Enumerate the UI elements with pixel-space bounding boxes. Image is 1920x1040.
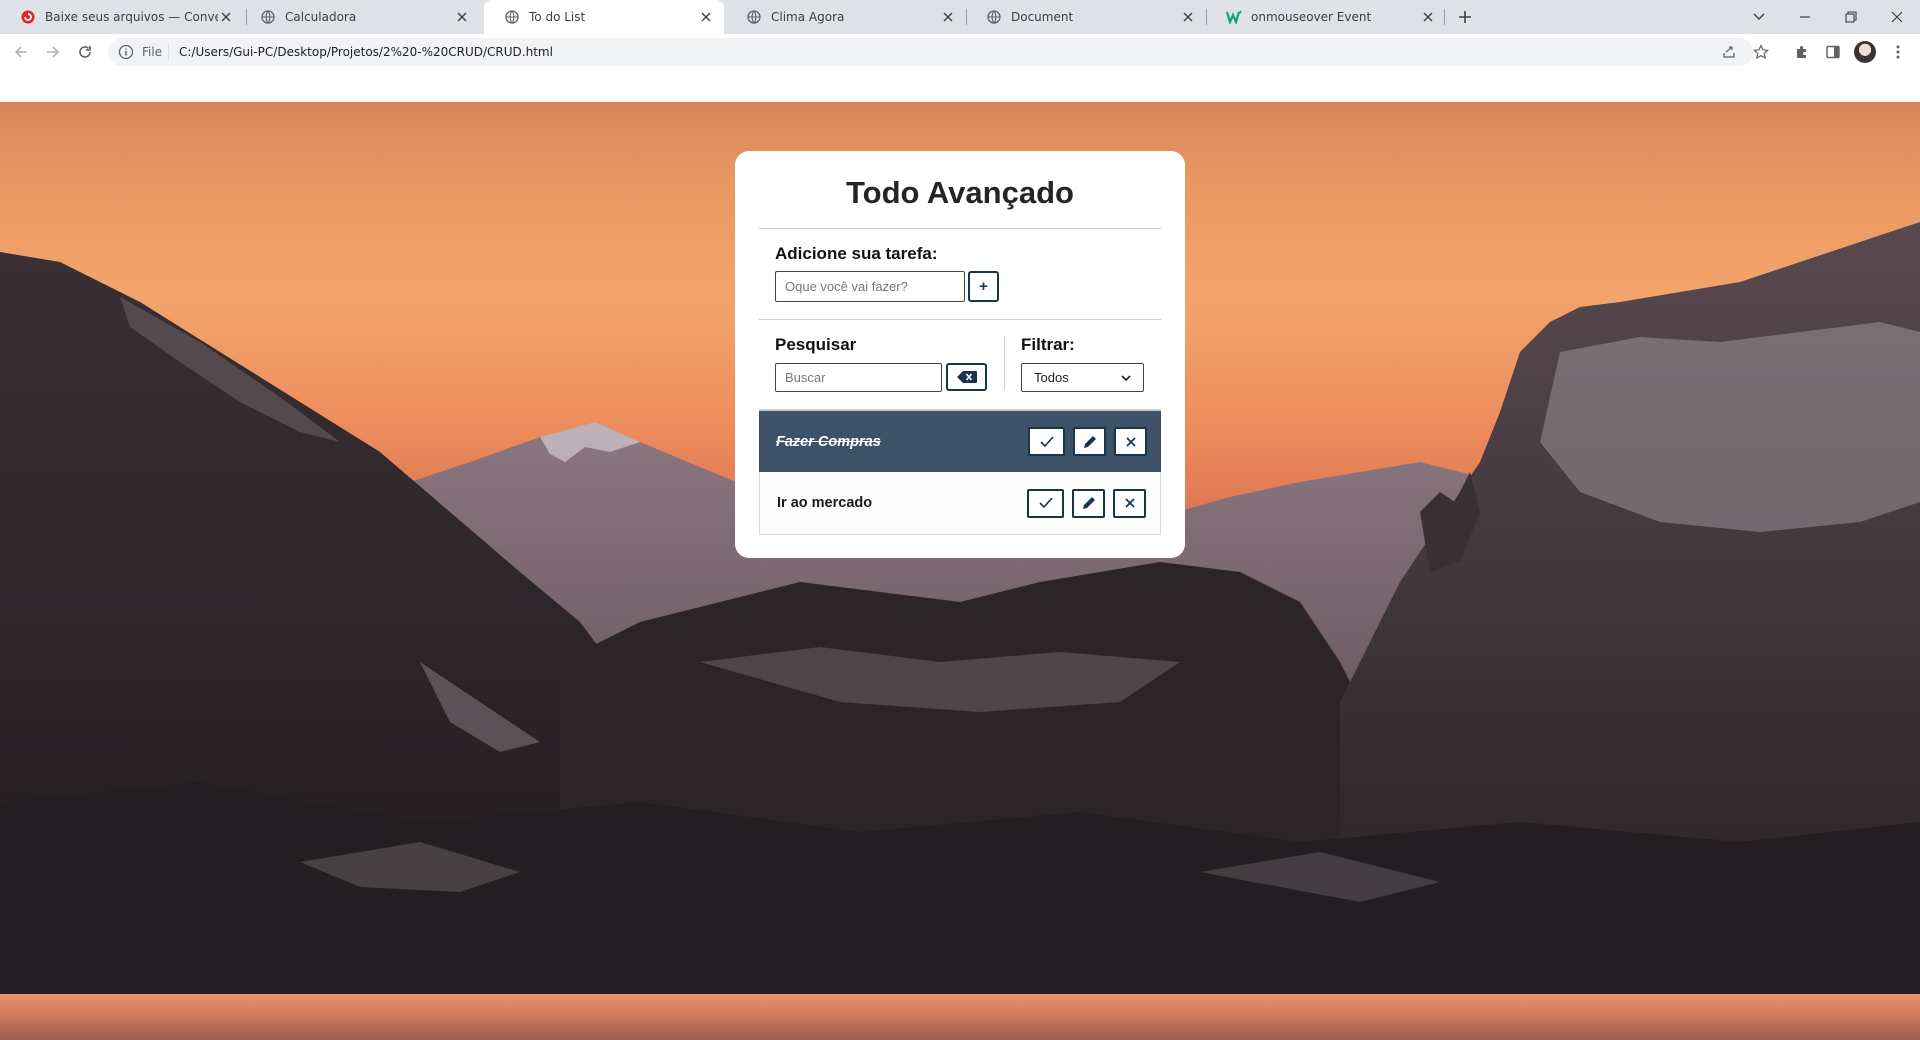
tab-strip: Baixe seus arquivos — Convertio Calculad…	[0, 0, 1920, 34]
page-title: Todo Avançado	[846, 175, 1074, 210]
tab-search-button[interactable]	[1749, 7, 1769, 27]
finish-todo-button[interactable]	[1028, 427, 1065, 456]
tab-separator	[1444, 9, 1445, 25]
tab-convertio[interactable]: Baixe seus arquivos — Convertio	[0, 0, 244, 34]
profile-avatar[interactable]	[1854, 41, 1876, 63]
clear-search-button[interactable]	[946, 363, 987, 391]
address-bar[interactable]: File C:/Users/Gui-PC/Desktop/Projetos/2%…	[108, 38, 1753, 66]
todo-text: Fazer Compras	[776, 433, 881, 450]
share-icon[interactable]	[1721, 44, 1737, 60]
divider	[759, 228, 1161, 229]
globe-icon	[504, 9, 520, 25]
extensions-puzzle-icon[interactable]	[1794, 44, 1810, 60]
tab-title: onmouseover Event	[1251, 10, 1372, 24]
reload-icon	[79, 46, 91, 58]
restore-button[interactable]	[1841, 7, 1861, 27]
check-icon	[1039, 435, 1054, 447]
browser-toolbar: File C:/Users/Gui-PC/Desktop/Projetos/2%…	[0, 34, 1920, 70]
side-panel-icon[interactable]	[1825, 44, 1841, 60]
pencil-icon	[1082, 497, 1095, 509]
remove-todo-button[interactable]	[1114, 427, 1147, 456]
tab-document[interactable]: Document	[966, 0, 1206, 34]
todo-item: Ir ao mercado	[759, 472, 1161, 535]
add-task-button[interactable]: +	[968, 271, 999, 302]
pencil-icon	[1083, 435, 1096, 448]
close-icon	[1124, 498, 1135, 508]
close-tab-icon[interactable]	[218, 9, 234, 25]
search-label: Pesquisar	[775, 335, 857, 354]
new-tab-button[interactable]	[1455, 7, 1475, 27]
tab-title: To do List	[529, 10, 586, 24]
search-input[interactable]	[775, 363, 942, 392]
divider	[759, 319, 1161, 320]
minimize-icon	[1800, 16, 1810, 18]
close-tab-icon[interactable]	[454, 9, 470, 25]
tab-onmouseover-event[interactable]: onmouseover Event	[1206, 0, 1446, 34]
section-divider	[1004, 336, 1005, 390]
tab-to-do-list[interactable]: To do List	[484, 0, 724, 34]
todo-text: Ir ao mercado	[777, 495, 873, 511]
chevron-down-icon	[1121, 374, 1131, 381]
arrow-right-icon	[47, 46, 60, 58]
restore-icon	[1845, 11, 1857, 23]
check-icon	[1038, 497, 1053, 509]
tab-title: Document	[1011, 10, 1074, 24]
close-tab-icon[interactable]	[1180, 9, 1196, 25]
tab-clima-agora[interactable]: Clima Agora	[726, 0, 966, 34]
finish-todo-button[interactable]	[1027, 488, 1064, 518]
tab-title: Calculadora	[285, 10, 357, 24]
close-tab-icon[interactable]	[698, 9, 714, 25]
url-scheme-label: File	[142, 45, 163, 59]
close-icon	[1125, 436, 1136, 447]
new-task-input[interactable]	[775, 271, 965, 302]
remove-todo-button[interactable]	[1113, 488, 1146, 518]
info-icon[interactable]	[118, 44, 134, 60]
globe-icon	[746, 9, 762, 25]
todo-item: Fazer Compras	[759, 409, 1161, 472]
bookmark-star-icon[interactable]	[1753, 44, 1769, 60]
globe-icon	[260, 9, 276, 25]
close-tab-icon[interactable]	[1420, 9, 1436, 25]
tab-title: Baixe seus arquivos — Convertio	[45, 10, 218, 24]
tab-title: Clima Agora	[771, 10, 845, 24]
address-separator	[168, 44, 169, 60]
edit-todo-button[interactable]	[1073, 427, 1106, 456]
more-menu-icon[interactable]	[1890, 44, 1906, 60]
filter-selected-value: Todos	[1034, 370, 1069, 385]
filter-label: Filtrar:	[1021, 335, 1075, 354]
chevron-down-icon	[1753, 13, 1765, 20]
add-task-label: Adicione sua tarefa:	[775, 244, 938, 263]
plus-icon	[1459, 11, 1471, 23]
close-tab-icon[interactable]	[940, 9, 956, 25]
reload-button[interactable]	[75, 42, 95, 62]
todo-card: Todo Avançado Adicione sua tarefa: + Pes…	[735, 151, 1185, 558]
close-window-button[interactable]	[1887, 7, 1907, 27]
minimize-button[interactable]	[1795, 7, 1815, 27]
filter-select[interactable]: Todos	[1021, 363, 1144, 392]
convertio-icon	[20, 9, 36, 25]
close-icon	[1891, 11, 1903, 23]
arrow-left-icon	[14, 46, 27, 58]
url-text[interactable]: C:/Users/Gui-PC/Desktop/Projetos/2%20-%2…	[179, 45, 553, 59]
backspace-icon	[956, 371, 977, 383]
w3schools-icon	[1226, 9, 1242, 25]
edit-todo-button[interactable]	[1072, 488, 1105, 518]
tab-calculadora[interactable]: Calculadora	[240, 0, 480, 34]
back-button[interactable]	[11, 42, 31, 62]
background-reflection	[0, 994, 1920, 1040]
globe-icon	[986, 9, 1002, 25]
forward-button[interactable]	[43, 42, 63, 62]
